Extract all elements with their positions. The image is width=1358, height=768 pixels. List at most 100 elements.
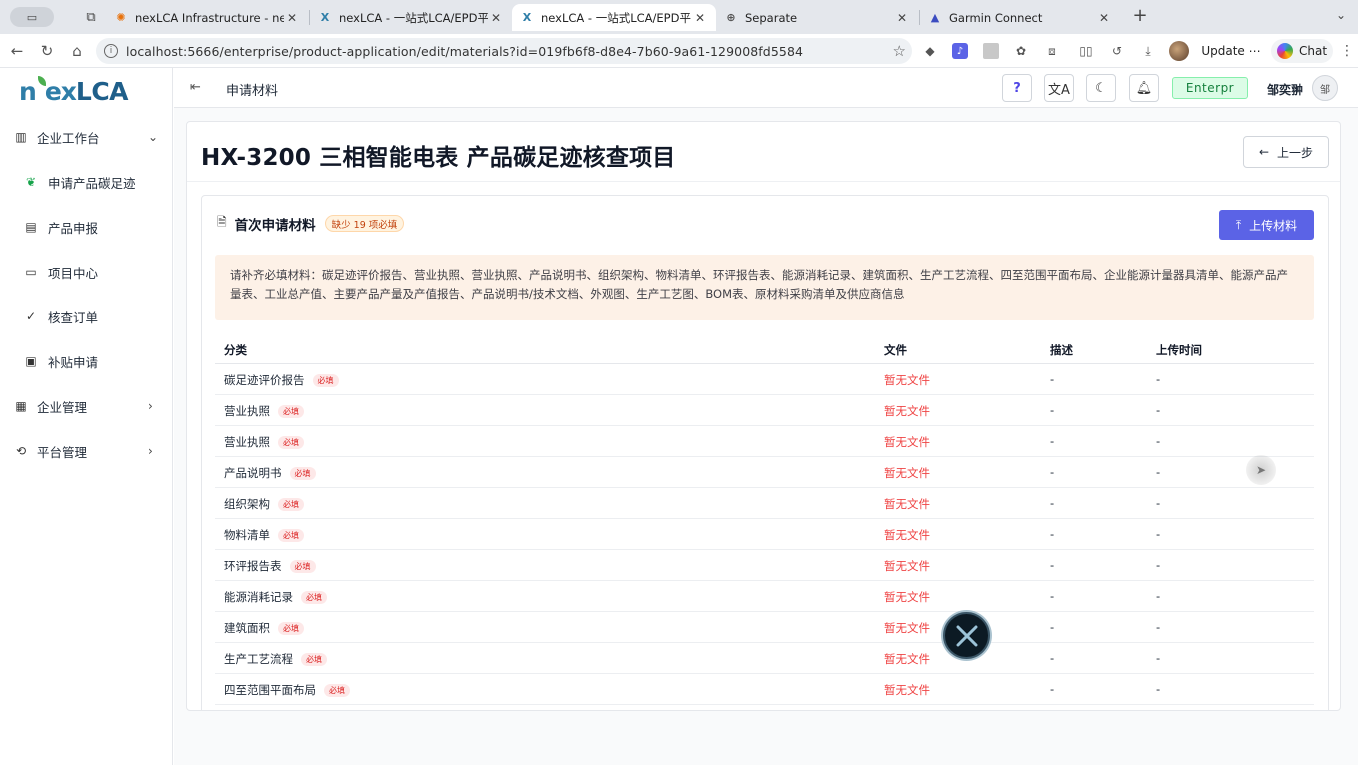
app-header: ⇤ 申请材料 ? 文A ☾ 🔔︎ Enterpr 邹奕翀 邹 bbox=[174, 68, 1358, 108]
tab-title: nexLCA - 一站式LCA/EPD平台 bbox=[339, 10, 488, 25]
table-row: 碳足迹评价报告 必填 暂无文件 - - bbox=[215, 364, 1314, 395]
profile-avatar[interactable] bbox=[1169, 41, 1189, 61]
chevron-down-icon[interactable]: ⌄ bbox=[1332, 8, 1350, 26]
required-tag: 必填 bbox=[278, 404, 304, 418]
row-category: 营业执照 必填 bbox=[224, 403, 304, 419]
browser-tab-2[interactable]: X nexLCA - 一站式LCA/EPD平台 ✕ bbox=[512, 4, 716, 31]
music-extension-icon[interactable]: ♪ bbox=[952, 43, 968, 59]
category-label: 营业执照 bbox=[224, 435, 270, 449]
sidebar-item-subsidy[interactable]: ▣ 补贴申请 bbox=[3, 343, 173, 379]
col-file: 文件 bbox=[884, 343, 907, 357]
tab-groups-icon[interactable]: ⧉ bbox=[82, 8, 100, 26]
back-arrow-icon[interactable]: ← bbox=[8, 42, 26, 60]
puzzle-icon[interactable]: ⧈ bbox=[1044, 43, 1060, 59]
sidebar-item-label: 平台管理 bbox=[37, 444, 88, 460]
close-icon[interactable]: ✕ bbox=[1096, 11, 1112, 25]
logo-text-n: n bbox=[19, 76, 37, 106]
chat-button[interactable]: Chat bbox=[1271, 39, 1333, 63]
sidebar-item-product-declare[interactable]: ▤ 产品申报 bbox=[3, 209, 173, 245]
category-label: 建筑面积 bbox=[224, 621, 270, 635]
briefcase-icon: ▭ bbox=[25, 265, 37, 279]
reload-icon[interactable]: ↻ bbox=[38, 42, 56, 60]
chevron-right-icon: › bbox=[148, 444, 153, 458]
row-category: 生产工艺流程 必填 bbox=[224, 651, 327, 667]
arrow-left-icon: ← bbox=[1258, 145, 1270, 159]
help-button[interactable]: ? bbox=[1002, 74, 1032, 102]
row-time: - bbox=[1156, 558, 1161, 572]
row-category: 碳足迹评价报告 必填 bbox=[224, 372, 339, 388]
close-icon[interactable]: ✕ bbox=[692, 11, 708, 25]
row-file[interactable]: 暂无文件 bbox=[884, 372, 930, 388]
env-badge[interactable]: Enterpr bbox=[1172, 77, 1248, 99]
translate-button[interactable]: 文A bbox=[1044, 74, 1074, 102]
close-icon[interactable]: ✕ bbox=[284, 11, 300, 25]
notifications-button[interactable]: 🔔︎ bbox=[1129, 74, 1159, 102]
split-view-icon[interactable]: ▯▯ bbox=[1078, 43, 1094, 59]
row-file[interactable]: 暂无文件 bbox=[884, 589, 930, 605]
openai-extension-icon[interactable]: ✿ bbox=[1013, 43, 1029, 59]
home-icon[interactable]: ⌂ bbox=[68, 42, 86, 60]
download-icon[interactable]: ⤓ bbox=[1140, 43, 1156, 59]
translate-icon: 文A bbox=[1048, 82, 1070, 98]
nexlca-logo[interactable]: n ex LCA bbox=[19, 76, 129, 106]
row-file[interactable]: 暂无文件 bbox=[884, 682, 930, 698]
category-label: 营业执照 bbox=[224, 404, 270, 418]
sidebar-item-enterprise-management[interactable]: ▦ 企业管理 › bbox=[3, 388, 173, 424]
sidebar-item-enterprise-workbench[interactable]: ▥ 企业工作台 ⌄ bbox=[3, 119, 173, 155]
required-notice: 请补齐必填材料：碳足迹评价报告、营业执照、营业执照、产品说明书、组织架构、物料清… bbox=[215, 255, 1314, 320]
section-header: 🗎︎ 首次申请材料 缺少 19 项必填 bbox=[217, 213, 405, 234]
new-tab-icon[interactable]: + bbox=[1130, 7, 1150, 27]
browser-tab-bar: ▭ ⧉ ✺ nexLCA Infrastructure - nexLCA ✕ X… bbox=[0, 0, 1358, 34]
category-label: 组织架构 bbox=[224, 497, 270, 511]
browser-tab-4[interactable]: ▲ Garmin Connect ✕ bbox=[920, 4, 1120, 31]
window-switcher-icon[interactable]: ▭ bbox=[10, 7, 54, 27]
theme-toggle-button[interactable]: ☾ bbox=[1086, 74, 1116, 102]
sidebar-item-platform-management[interactable]: ⟲ 平台管理 › bbox=[3, 433, 173, 469]
browser-tab-0[interactable]: ✺ nexLCA Infrastructure - nexLCA ✕ bbox=[106, 4, 308, 31]
row-desc: - bbox=[1050, 465, 1055, 479]
table-header: 分类 文件 描述 上传时间 bbox=[215, 334, 1314, 364]
tab-title: nexLCA Infrastructure - nexLCA bbox=[135, 10, 284, 25]
menu-kebab-icon[interactable]: ⋮ bbox=[1340, 43, 1354, 59]
close-icon[interactable]: ✕ bbox=[488, 11, 504, 25]
collapse-sidebar-icon[interactable]: ⇤ bbox=[190, 80, 201, 95]
building-icon: ▥ bbox=[15, 130, 27, 144]
user-name[interactable]: 邹奕翀 bbox=[1267, 81, 1303, 98]
sidebar-item-apply-footprint[interactable]: ❦ 申请产品碳足迹 bbox=[3, 164, 173, 200]
browser-tab-1[interactable]: X nexLCA - 一站式LCA/EPD平台 ✕ bbox=[310, 4, 512, 31]
update-button[interactable]: Update ⋯ bbox=[1196, 40, 1266, 62]
row-file[interactable]: 暂无文件 bbox=[884, 558, 930, 574]
row-desc: - bbox=[1050, 372, 1055, 386]
sidebar-item-label: 企业工作台 bbox=[37, 130, 100, 146]
avatar[interactable]: 邹 bbox=[1312, 75, 1338, 101]
category-label: 生产工艺流程 bbox=[224, 652, 293, 666]
row-time: - bbox=[1156, 651, 1161, 665]
sidebar-item-verify-orders[interactable]: ✓ 核查订单 bbox=[3, 298, 173, 334]
row-file[interactable]: 暂无文件 bbox=[884, 527, 930, 543]
sidebar-item-label: 企业管理 bbox=[37, 399, 88, 415]
row-file[interactable]: 暂无文件 bbox=[884, 496, 930, 512]
sidebar: n ex LCA ▥ 企业工作台 ⌄ ❦ 申请产品碳足迹 ▤ 产品申报 ▭ 项目中心… bbox=[3, 68, 173, 765]
floating-assistant-button[interactable] bbox=[943, 612, 990, 659]
row-desc: - bbox=[1050, 682, 1055, 696]
table-body: 碳足迹评价报告 必填 暂无文件 - - 营业执照 必填 暂无文件 - - 营业执照 必填 暂无文件 - - 产… bbox=[215, 364, 1314, 705]
row-file[interactable]: 暂无文件 bbox=[884, 465, 930, 481]
info-icon[interactable]: i bbox=[104, 44, 118, 58]
logo-text-ex: ex bbox=[44, 76, 77, 106]
required-tag: 必填 bbox=[301, 590, 327, 604]
star-icon[interactable]: ☆ bbox=[893, 42, 906, 60]
url-input[interactable]: i localhost:5666/enterprise/product-appl… bbox=[96, 38, 912, 64]
shield-extension-icon[interactable]: ◆ bbox=[922, 43, 938, 59]
close-icon[interactable]: ✕ bbox=[894, 11, 910, 25]
history-icon[interactable]: ↺ bbox=[1109, 43, 1125, 59]
upload-materials-button[interactable]: ⤒ 上传材料 bbox=[1219, 210, 1314, 240]
square-extension-icon[interactable] bbox=[983, 43, 999, 59]
back-button[interactable]: ← 上一步 bbox=[1243, 136, 1329, 168]
sidebar-item-project-center[interactable]: ▭ 项目中心 bbox=[3, 254, 173, 290]
row-file[interactable]: 暂无文件 bbox=[884, 434, 930, 450]
row-file[interactable]: 暂无文件 bbox=[884, 651, 930, 667]
row-file[interactable]: 暂无文件 bbox=[884, 620, 930, 636]
row-file[interactable]: 暂无文件 bbox=[884, 403, 930, 419]
browser-tab-3[interactable]: ⊕ Separate ✕ bbox=[716, 4, 918, 31]
sidebar-item-label: 项目中心 bbox=[48, 265, 99, 281]
